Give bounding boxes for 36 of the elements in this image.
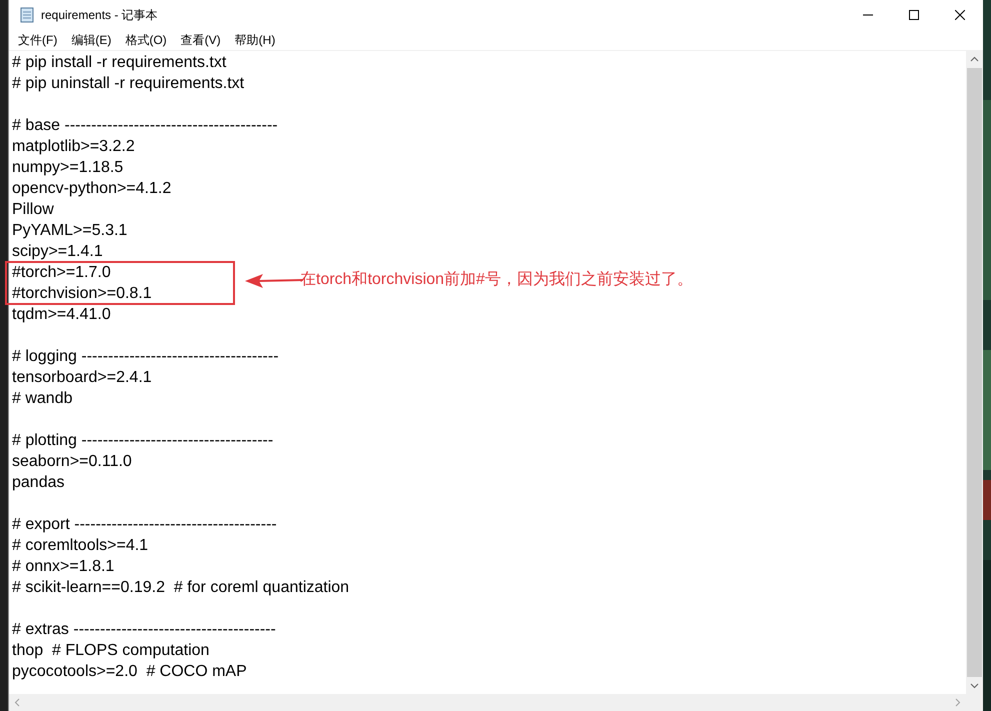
- window-title: requirements - 记事本: [41, 7, 158, 24]
- menu-item[interactable]: 文件(F): [11, 31, 64, 49]
- menu-item[interactable]: 格式(O): [118, 31, 174, 49]
- text-line: scipy>=1.4.1: [12, 242, 103, 262]
- text-line: matplotlib>=3.2.2: [12, 137, 135, 157]
- maximize-icon: [909, 10, 919, 20]
- menu-item[interactable]: 查看(V): [174, 31, 228, 49]
- text-line: tensorboard>=2.4.1: [12, 368, 152, 388]
- text-line: pycocotools>=2.0 # COCO mAP: [12, 662, 247, 682]
- vertical-scrollbar[interactable]: [966, 51, 983, 694]
- text-line: # pip install -r requirements.txt: [12, 53, 226, 73]
- text-line: # pip uninstall -r requirements.txt: [12, 74, 244, 94]
- text-line: #torch>=1.7.0: [12, 263, 111, 283]
- text-line: # wandb: [12, 389, 72, 409]
- text-line: #torchvision>=0.8.1: [12, 284, 152, 304]
- text-line: # extras --------------------------------------: [12, 620, 276, 640]
- text-line: thop # FLOPS computation: [12, 641, 210, 661]
- text-line: # coremltools>=4.1: [12, 536, 148, 556]
- horizontal-scrollbar[interactable]: [9, 694, 983, 711]
- text-line: Pillow: [12, 200, 54, 220]
- text-line: # scikit-learn==0.19.2 # for coreml quantization: [12, 578, 350, 598]
- menu-item[interactable]: 帮助(H): [228, 31, 282, 49]
- text-line: # logging -------------------------------------: [12, 347, 279, 367]
- close-icon: [955, 10, 965, 20]
- text-line: # plotting ------------------------------------: [12, 431, 274, 451]
- notepad-icon: [19, 7, 35, 23]
- text-line: # onnx>=1.8.1: [12, 557, 114, 577]
- text-line: pandas: [12, 473, 64, 493]
- text-line: PyYAML>=5.3.1: [12, 221, 128, 241]
- text-line: # base ----------------------------------------: [12, 116, 278, 136]
- text-line: tqdm>=4.41.0: [12, 305, 111, 325]
- menu-item[interactable]: 编辑(E): [64, 31, 118, 49]
- text-line: opencv-python>=4.1.2: [12, 179, 172, 199]
- text-line: seaborn>=0.11.0: [12, 452, 132, 472]
- text-line: numpy>=1.18.5: [12, 158, 124, 178]
- text-line: # export --------------------------------------: [12, 515, 277, 535]
